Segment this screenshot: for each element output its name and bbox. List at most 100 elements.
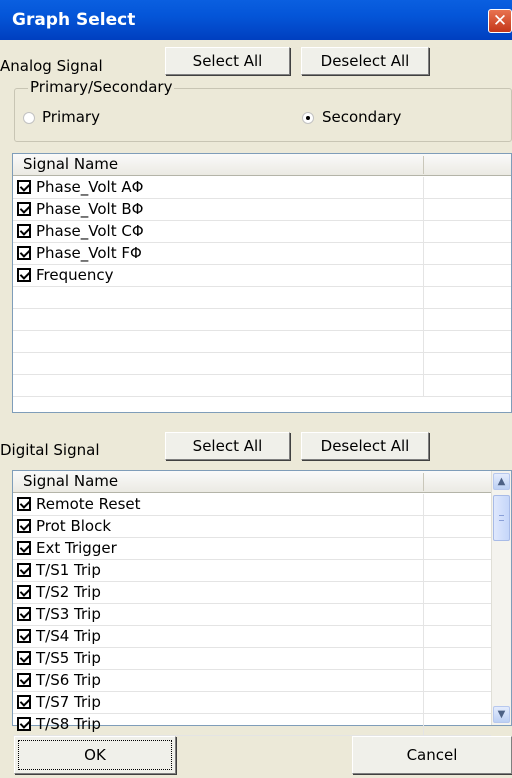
checkbox[interactable] [17,202,31,216]
list-item[interactable]: Frequency [13,265,511,287]
signal-name: Phase_Volt AΦ [36,178,144,196]
digital-column-header-signal-name[interactable]: Signal Name [13,471,118,493]
signal-name: T/S8 Trip [36,715,101,733]
signal-name: Prot Block [36,517,112,535]
analog-signal-list[interactable]: Signal Name Phase_Volt AΦ Phase_Volt BΦ Ph… [12,153,512,413]
primary-radio-label[interactable]: Primary [42,108,100,126]
digital-select-all-button[interactable]: Select All [165,432,290,460]
signal-name: Remote Reset [36,495,141,513]
column-divider[interactable] [423,473,424,491]
signal-name: T/S6 Trip [36,671,101,689]
checkbox[interactable] [17,717,31,731]
empty-row [13,331,511,353]
checkbox[interactable] [17,541,31,555]
list-item[interactable]: T/S6 Trip [13,670,491,692]
list-item[interactable]: Remote Reset [13,494,491,516]
signal-name: T/S2 Trip [36,583,101,601]
list-item[interactable]: T/S5 Trip [13,648,491,670]
checkbox[interactable] [17,585,31,599]
signal-name: Frequency [36,266,114,284]
close-icon: ✕ [492,11,508,31]
list-item[interactable]: Phase_Volt AΦ [13,177,511,199]
column-divider [423,243,424,264]
chevron-up-icon: ▲ [497,476,506,487]
checkbox[interactable] [17,607,31,621]
checkbox[interactable] [17,519,31,533]
signal-name: Phase_Volt FΦ [36,244,142,262]
list-item[interactable]: T/S2 Trip [13,582,491,604]
column-divider [423,648,424,669]
title-bar: Graph Select ✕ [0,0,512,40]
digital-signal-label: Digital Signal [0,441,100,459]
column-divider [423,494,424,515]
checkbox[interactable] [17,497,31,511]
list-item[interactable]: Phase_Volt BΦ [13,199,511,221]
checkbox[interactable] [17,695,31,709]
digital-list-header: Signal Name [13,471,493,493]
window-title: Graph Select [12,10,136,30]
cancel-button[interactable]: Cancel [352,736,512,774]
list-item[interactable]: T/S7 Trip [13,692,491,714]
column-divider [423,670,424,691]
empty-row [13,375,511,397]
column-divider [423,375,424,396]
list-item[interactable]: Ext Trigger [13,538,491,560]
list-item[interactable]: Phase_Volt CΦ [13,221,511,243]
signal-name: T/S4 Trip [36,627,101,645]
signal-name: T/S7 Trip [36,693,101,711]
primary-secondary-group-title: Primary/Secondary [28,78,175,96]
signal-name: Phase_Volt BΦ [36,200,144,218]
analog-column-header-signal-name[interactable]: Signal Name [13,154,118,176]
list-item[interactable]: Phase_Volt FΦ [13,243,511,265]
column-divider [423,560,424,581]
list-item[interactable]: T/S1 Trip [13,560,491,582]
empty-row [13,353,511,375]
column-divider [423,331,424,352]
signal-name: Phase_Volt CΦ [36,222,144,240]
secondary-radio[interactable] [302,112,314,124]
signal-name: Ext Trigger [36,539,117,557]
analog-list-header: Signal Name [13,154,511,176]
column-divider[interactable] [423,156,424,174]
signal-name: T/S1 Trip [36,561,101,579]
analog-deselect-all-button[interactable]: Deselect All [301,47,429,75]
column-divider [423,221,424,242]
close-button[interactable]: ✕ [488,9,512,33]
column-divider [423,604,424,625]
column-divider [423,714,424,735]
list-item[interactable]: T/S8 Trip [13,714,491,736]
secondary-radio-label[interactable]: Secondary [322,108,401,126]
signal-name: T/S5 Trip [36,649,101,667]
checkbox[interactable] [17,629,31,643]
scroll-down-button[interactable]: ▼ [493,706,510,723]
analog-select-all-button[interactable]: Select All [165,47,290,75]
ok-button[interactable]: OK [14,736,176,774]
column-divider [423,265,424,286]
signal-name: T/S3 Trip [36,605,101,623]
checkbox[interactable] [17,673,31,687]
digital-list-scrollbar[interactable]: ▲ ▼ [491,471,511,725]
column-divider [423,177,424,198]
column-divider [423,199,424,220]
checkbox[interactable] [17,246,31,260]
checkbox[interactable] [17,563,31,577]
column-divider [423,516,424,537]
column-divider [423,538,424,559]
checkbox[interactable] [17,268,31,282]
grip-icon [499,515,504,521]
list-item[interactable]: Prot Block [13,516,491,538]
checkbox[interactable] [17,651,31,665]
scroll-up-button[interactable]: ▲ [493,473,510,490]
digital-deselect-all-button[interactable]: Deselect All [301,432,429,460]
list-item[interactable]: T/S4 Trip [13,626,491,648]
column-divider [423,582,424,603]
digital-signal-list[interactable]: Signal Name Remote Reset Prot Block Ext Tr… [12,470,512,736]
empty-row [13,287,511,309]
checkbox[interactable] [17,224,31,238]
primary-radio[interactable] [23,112,35,124]
list-item[interactable]: T/S3 Trip [13,604,491,626]
column-divider [423,353,424,374]
column-divider [423,309,424,330]
checkbox[interactable] [17,180,31,194]
scroll-thumb[interactable] [493,495,510,541]
